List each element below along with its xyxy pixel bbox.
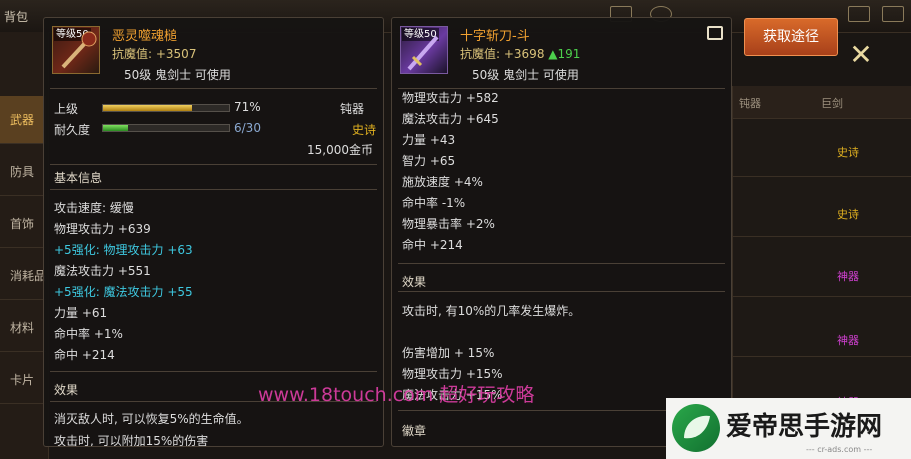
sidebar-tab-accessory[interactable]: 首饰 bbox=[0, 200, 46, 248]
durability-bar bbox=[102, 124, 230, 132]
divider bbox=[398, 263, 725, 264]
menu-icon[interactable] bbox=[882, 6, 904, 22]
durability-bar-fill bbox=[103, 125, 129, 131]
leaf-icon bbox=[684, 415, 710, 439]
row-divider bbox=[733, 176, 911, 177]
emblem-title: 徽章 bbox=[402, 424, 427, 438]
column-header-greatsword[interactable]: 巨剑 bbox=[821, 95, 843, 111]
basic-info-title: 基本信息 bbox=[54, 171, 103, 185]
magic-resist: 抗魔值: +3698 ▲191 bbox=[460, 45, 580, 62]
item-name: 十字斩刀-斗 bbox=[460, 29, 530, 44]
get-source-button[interactable]: 获取途径 bbox=[744, 18, 838, 56]
leaf-logo-icon bbox=[672, 404, 720, 452]
grade-bar bbox=[102, 104, 230, 112]
stat-line: 施放速度 +4% bbox=[402, 175, 483, 189]
enhance-line: +5强化: 魔法攻击力 +55 bbox=[54, 285, 193, 299]
item-requirement: 50级 鬼剑士 可使用 bbox=[124, 68, 231, 82]
magic-resist-value: 抗魔值: +3698 bbox=[460, 47, 545, 61]
price: 15,000金币 bbox=[307, 143, 373, 157]
effect-line: 攻击时, 有10%的几率发生爆炸。 bbox=[402, 304, 581, 318]
stat-line: 命中率 +1% bbox=[54, 327, 123, 341]
compare-icon[interactable] bbox=[707, 26, 723, 40]
site-logo: 爱帝思手游网 --- cr-ads.com --- bbox=[666, 398, 911, 459]
rarity-label: 史诗 bbox=[352, 123, 377, 137]
durability-label: 耐久度 bbox=[54, 123, 91, 137]
extra-line: 伤害增加 + 15% bbox=[402, 346, 495, 360]
divider bbox=[398, 291, 725, 292]
item-name: 恶灵噬魂槌 bbox=[112, 29, 178, 44]
divider bbox=[50, 164, 377, 165]
sidebar-tab-armor[interactable]: 防具 bbox=[0, 148, 46, 196]
effect-line: 攻击时, 可以附加15%的伤害 bbox=[54, 434, 209, 447]
sword-icon bbox=[407, 35, 439, 71]
grade-bar-fill bbox=[103, 105, 193, 111]
stat-line: 物理攻击力 +639 bbox=[54, 222, 151, 236]
stat-line: 力量 +61 bbox=[54, 306, 108, 320]
table-header: 钝器 巨剑 bbox=[733, 86, 911, 119]
magic-resist: 抗魔值: +3507 bbox=[112, 47, 197, 61]
table-tag: 神器 bbox=[837, 334, 859, 347]
close-icon[interactable]: ✕ bbox=[846, 40, 876, 70]
sidebar-tab-weapon[interactable]: 武器 bbox=[0, 96, 46, 144]
stat-line: 魔法攻击力 +645 bbox=[402, 112, 499, 126]
sidebar-tab-consumable[interactable]: 消耗品 bbox=[0, 252, 46, 300]
effect-title: 效果 bbox=[402, 275, 427, 289]
durability-value: 6/30 bbox=[234, 121, 261, 135]
mace-item-icon: 等级50 bbox=[52, 26, 100, 74]
top-left-label: 背包 bbox=[4, 10, 29, 24]
divider bbox=[50, 371, 377, 372]
effect-line: 消灭敌人时, 可以恢复5%的生命值。 bbox=[54, 412, 249, 426]
stat-line: 命中 +214 bbox=[54, 348, 115, 362]
mail-icon[interactable] bbox=[848, 6, 870, 22]
stat-line: 攻击速度: 缓慢 bbox=[54, 201, 134, 215]
sword-item-icon: 等级50 bbox=[400, 26, 448, 74]
grade-percent: 71% bbox=[234, 100, 261, 114]
resist-increase: ▲191 bbox=[548, 47, 581, 61]
inventory-sidebar: 武器 防具 首饰 消耗品 材料 卡片 bbox=[0, 32, 49, 459]
logo-title: 爱帝思手游网 bbox=[726, 412, 883, 442]
row-divider bbox=[733, 296, 911, 297]
logo-subtitle: --- cr-ads.com --- bbox=[806, 445, 873, 454]
stat-line: 力量 +43 bbox=[402, 133, 456, 147]
grade-label: 上级 bbox=[54, 102, 79, 116]
effect-title: 效果 bbox=[54, 383, 79, 397]
stat-line: 魔法攻击力 +551 bbox=[54, 264, 151, 278]
sidebar-tab-card[interactable]: 卡片 bbox=[0, 356, 46, 404]
table-tag: 史诗 bbox=[837, 208, 859, 221]
stat-line: 命中率 -1% bbox=[402, 196, 466, 210]
stat-line: 物理暴击率 +2% bbox=[402, 217, 495, 231]
table-tag: 史诗 bbox=[837, 146, 859, 159]
weapon-type: 钝器 bbox=[340, 102, 365, 116]
stat-line: 命中 +214 bbox=[402, 238, 463, 252]
site-watermark: www.18touch.com 超好玩攻略 bbox=[258, 384, 535, 406]
stat-line: 智力 +65 bbox=[402, 154, 456, 168]
mace-icon bbox=[61, 31, 97, 69]
row-divider bbox=[733, 236, 911, 237]
stat-line: 物理攻击力 +582 bbox=[402, 91, 499, 105]
table-tag: 神器 bbox=[837, 270, 859, 283]
sidebar-tab-material[interactable]: 材料 bbox=[0, 304, 46, 352]
item-requirement: 50级 鬼剑士 可使用 bbox=[472, 68, 579, 82]
divider bbox=[50, 189, 377, 190]
row-divider bbox=[733, 356, 911, 357]
divider bbox=[50, 88, 377, 89]
enhance-line: +5强化: 物理攻击力 +63 bbox=[54, 243, 193, 257]
column-header-blunt[interactable]: 钝器 bbox=[739, 95, 761, 111]
